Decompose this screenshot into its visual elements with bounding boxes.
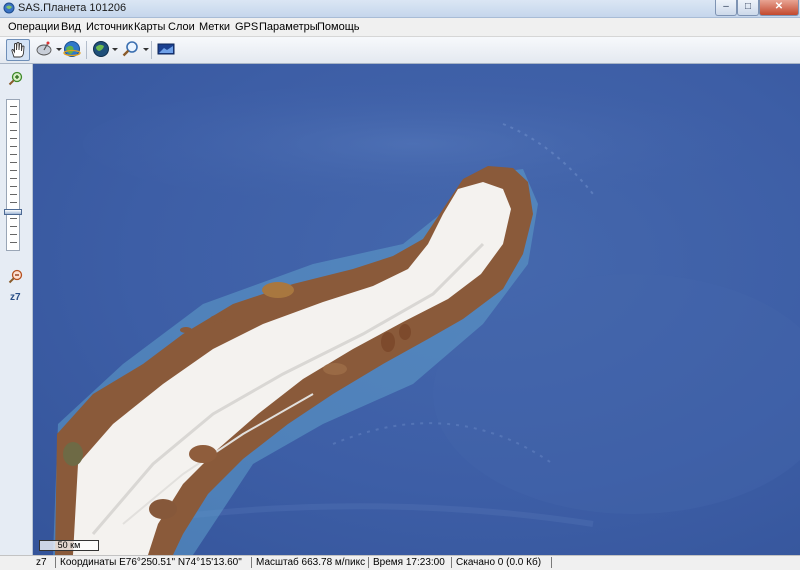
screen-icon <box>157 43 175 55</box>
status-bar: z7 Координаты E76°250.51" N74°15'13.60" … <box>0 555 800 570</box>
app-icon <box>3 2 15 14</box>
toolbar <box>0 37 800 64</box>
status-coordinates: Координаты E76°250.51" N74°15'13.60" <box>60 557 242 568</box>
satellite-imagery <box>53 84 800 555</box>
menu-view[interactable]: Вид <box>61 21 81 33</box>
dropdown-arrow-icon[interactable] <box>143 48 149 51</box>
menu-bar: Операции Вид Источник Карты Слои Метки G… <box>0 18 800 37</box>
status-separator <box>251 557 252 568</box>
menu-help[interactable]: Помощь <box>317 21 360 33</box>
close-icon: ✕ <box>774 1 784 12</box>
zoom-panel: z7 <box>0 64 33 555</box>
maximize-button[interactable]: □ <box>737 0 759 16</box>
zoom-out-icon[interactable] <box>8 269 24 285</box>
magnifier-icon <box>122 41 138 57</box>
zoom-level-label: z7 <box>10 292 21 303</box>
gps-button[interactable] <box>61 39 83 61</box>
gps-globe-icon <box>63 41 81 57</box>
close-button[interactable]: ✕ <box>759 0 799 16</box>
toolbar-separator <box>151 41 152 59</box>
menu-marks[interactable]: Метки <box>199 21 230 33</box>
globe-map-icon <box>93 41 109 57</box>
menu-parameters[interactable]: Параметры <box>259 21 318 33</box>
minimize-icon: – <box>723 1 729 12</box>
map-scale-bar: 50 км <box>39 540 99 551</box>
dropdown-arrow-icon[interactable] <box>112 48 118 51</box>
menu-layers[interactable]: Слои <box>168 21 195 33</box>
zoom-in-icon[interactable] <box>8 71 24 87</box>
hand-tool-button[interactable] <box>6 39 30 61</box>
maximize-icon: □ <box>744 1 752 12</box>
status-separator <box>368 557 369 568</box>
map-source-button[interactable] <box>90 39 112 61</box>
fullscreen-button[interactable] <box>155 39 177 61</box>
menu-operations[interactable]: Операции <box>8 21 59 33</box>
status-separator <box>551 557 552 568</box>
status-zoom: z7 <box>36 557 47 568</box>
zoom-slider[interactable] <box>6 99 20 251</box>
hand-icon <box>11 42 25 58</box>
title-bar: SAS.Планета 101206 – □ ✕ <box>0 0 800 18</box>
status-scale: Масштаб 663.78 м/пикс <box>256 557 366 568</box>
status-downloaded: Скачано 0 (0.0 Кб) <box>456 557 542 568</box>
status-separator <box>55 557 56 568</box>
menu-maps[interactable]: Карты <box>134 21 165 33</box>
menu-source[interactable]: Источник <box>86 21 133 33</box>
satellite-dish-icon <box>36 41 52 56</box>
status-time: Время 17:23:00 <box>373 557 445 568</box>
status-separator <box>451 557 452 568</box>
minimize-button[interactable]: – <box>715 0 737 16</box>
zoom-slider-thumb[interactable] <box>4 208 22 215</box>
toolbar-separator <box>86 41 87 59</box>
window-title: SAS.Планета 101206 <box>18 2 127 14</box>
gps-track-button[interactable] <box>34 39 56 61</box>
zoom-tool-button[interactable] <box>120 39 142 61</box>
menu-gps[interactable]: GPS <box>235 21 258 33</box>
map-view[interactable]: 50 км <box>33 64 800 555</box>
